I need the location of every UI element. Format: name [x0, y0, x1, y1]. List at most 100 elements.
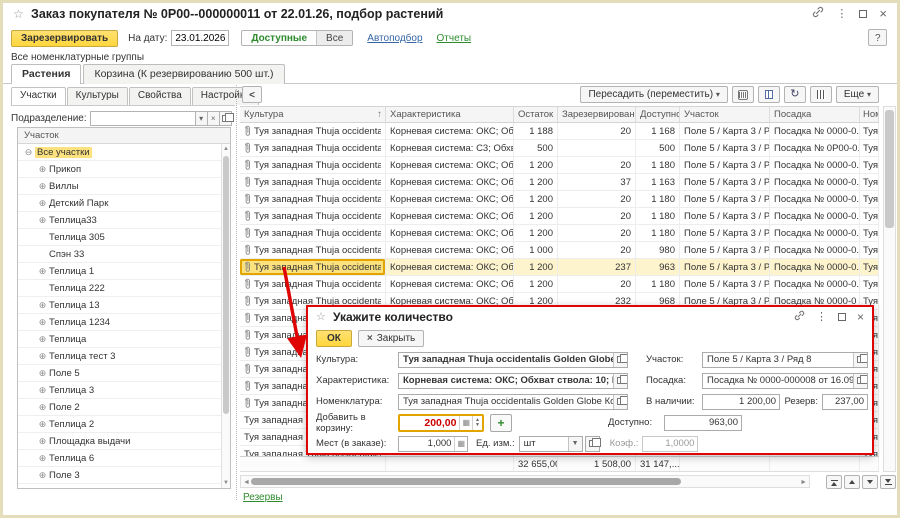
go-prev-button[interactable] — [844, 475, 860, 489]
tab-basket[interactable]: Корзина (К резервированию 500 шт.) — [83, 64, 284, 84]
expand-icon[interactable]: ⊕ — [36, 317, 49, 328]
dropdown-icon[interactable]: ▾ — [196, 111, 208, 126]
tree-item[interactable]: ⊕Детский Парк — [18, 195, 230, 212]
scroll-right-icon[interactable]: ► — [800, 479, 807, 486]
help-button[interactable]: ? — [868, 29, 887, 46]
tree-item[interactable]: ⊖Все участки — [18, 144, 230, 161]
reports-link[interactable]: Отчеты — [437, 33, 472, 44]
column-header[interactable]: Номенклатура — [860, 107, 879, 122]
places-input[interactable]: 1,000 ▦ — [398, 436, 468, 452]
column-header[interactable]: Зарезервировано — [558, 107, 636, 122]
expand-icon[interactable]: ⊕ — [36, 385, 49, 396]
panel-splitter[interactable] — [236, 85, 237, 500]
table-row[interactable]: Туя западная Thuja occidentalis ...Корне… — [240, 174, 879, 191]
maximize-icon[interactable] — [859, 10, 867, 18]
clear-icon[interactable]: × — [208, 111, 220, 126]
more-button[interactable]: Еще ▾ — [836, 86, 879, 103]
spinner-control[interactable]: ▲▼ — [472, 416, 482, 430]
tree-item[interactable]: ⊕Теплица 3 — [18, 382, 230, 399]
expand-icon[interactable]: ⊕ — [36, 419, 49, 430]
vertical-scrollbar[interactable] — [883, 106, 896, 472]
go-last-button[interactable] — [880, 475, 896, 489]
open-icon[interactable] — [585, 436, 600, 452]
go-first-button[interactable] — [826, 475, 842, 489]
expand-icon[interactable]: ⊕ — [36, 368, 49, 379]
instock-field[interactable]: 1 200,00 — [702, 394, 780, 410]
tab-plants[interactable]: Растения — [11, 64, 81, 84]
more-menu-icon[interactable]: ⋮ — [836, 7, 847, 21]
left-tab-1[interactable]: Культуры — [67, 87, 128, 105]
scroll-up-icon[interactable]: ▲ — [222, 145, 230, 153]
tree-header[interactable]: Участок — [18, 128, 230, 144]
tree-item[interactable]: ⊕Площадка выдачи — [18, 433, 230, 450]
characteristic-field[interactable]: Корневая система: ОКС; Обхват ствола: 10… — [398, 373, 628, 389]
table-row[interactable]: Туя западная Thuja occidentalis ...Корне… — [240, 123, 879, 140]
expand-icon[interactable]: ⊕ — [36, 436, 49, 447]
tree-item[interactable]: ⊕Виллы — [18, 178, 230, 195]
columns-button[interactable] — [758, 86, 780, 103]
table-row[interactable]: Туя западная Thuja occidentalis ...Корне… — [240, 225, 879, 242]
ok-button[interactable]: ОК — [316, 330, 352, 347]
get-link-icon[interactable] — [812, 5, 824, 23]
open-icon[interactable] — [613, 395, 627, 409]
tree-item[interactable]: Теплица 222 — [18, 280, 230, 297]
planting-field[interactable]: Посадка № 0000-000008 от 16.09.2021 — [702, 373, 868, 389]
expand-icon[interactable]: ⊕ — [36, 198, 49, 209]
expand-icon[interactable]: ⊕ — [36, 453, 49, 464]
tree-item[interactable]: ⊕Теплица 6 — [18, 450, 230, 467]
left-tab-0[interactable]: Участки — [11, 87, 66, 105]
dialog-maximize-icon[interactable] — [838, 313, 846, 321]
quantity-input[interactable]: 200,00 ▦ ▲▼ — [398, 414, 484, 432]
expand-icon[interactable]: ⊕ — [36, 402, 49, 413]
reserves-link[interactable]: Резервы — [243, 492, 283, 503]
column-header[interactable]: Посадка — [770, 107, 860, 122]
vscroll-thumb[interactable] — [885, 110, 894, 228]
column-header[interactable]: Участок — [680, 107, 770, 122]
toggle-available[interactable]: Доступные — [242, 31, 316, 45]
unit-select[interactable]: шт ▼ — [519, 436, 583, 452]
close-icon[interactable]: × — [879, 7, 887, 21]
refresh-button[interactable]: ↻ — [784, 86, 806, 103]
plot-field[interactable]: Поле 5 / Карта 3 / Ряд 8 — [702, 352, 868, 368]
column-header[interactable]: Доступно — [636, 107, 680, 122]
tree-scroll-thumb[interactable] — [223, 156, 229, 414]
tree-item[interactable]: ⊕Прикоп — [18, 161, 230, 178]
table-row[interactable]: Туя западная Thuja occidentalis ...Корне… — [240, 208, 879, 225]
reserve-button[interactable]: Зарезервировать — [11, 30, 118, 47]
tree-item[interactable]: ⊕Теплица — [18, 331, 230, 348]
tree-item[interactable]: ⊕Теплица 1234 — [18, 314, 230, 331]
scroll-down-icon[interactable]: ▼ — [222, 479, 230, 487]
expand-icon[interactable]: ⊕ — [36, 181, 49, 192]
collapse-panel-button[interactable]: < — [242, 86, 262, 103]
scroll-left-icon[interactable]: ◄ — [243, 479, 250, 486]
tree-scrollbar[interactable]: ▲ ▼ — [221, 144, 230, 488]
table-row[interactable]: Туя западная Thuja occidentalis ...Корне… — [240, 191, 879, 208]
date-input[interactable] — [171, 30, 229, 46]
culture-field[interactable]: Туя западная Thuja occidentalis Golden G… — [398, 352, 628, 368]
tree-item[interactable]: ⊕Теплица тест 3 — [18, 348, 230, 365]
tree-item[interactable]: ⊕Теплица33 — [18, 212, 230, 229]
dialog-favorite-star-icon[interactable]: ☆ — [316, 310, 326, 323]
tree-item[interactable]: ⊕Поле 3 — [18, 467, 230, 484]
expand-icon[interactable]: ⊕ — [36, 266, 49, 277]
subdivision-input[interactable] — [90, 111, 196, 126]
collapse-icon[interactable]: ⊖ — [22, 147, 35, 158]
expand-icon[interactable]: ⊕ — [36, 470, 49, 481]
calculator-icon[interactable]: ▦ — [459, 416, 472, 430]
expand-icon[interactable]: ⊕ — [36, 334, 49, 345]
table-row[interactable]: Туя западная Thuja occidentalis ...Корне… — [240, 259, 879, 276]
available-field[interactable]: 963,00 — [664, 415, 742, 431]
horizontal-scrollbar[interactable]: ◄ ► — [240, 475, 810, 488]
transplant-button[interactable]: Пересадить (переместить) ▾ — [580, 86, 727, 103]
expand-icon[interactable]: ⊕ — [36, 215, 49, 226]
table-row[interactable]: Туя западная Thuja occidentalis ...Корне… — [240, 242, 879, 259]
scan-barcode-button[interactable] — [732, 86, 754, 103]
table-row[interactable]: Туя западная Thuja occidentalis ...Корне… — [240, 157, 879, 174]
close-button[interactable]: ×Закрыть — [358, 330, 424, 347]
toggle-all[interactable]: Все — [316, 31, 352, 45]
dropdown-icon[interactable]: ▼ — [568, 437, 582, 451]
column-header[interactable]: Остаток — [514, 107, 558, 122]
dialog-close-icon[interactable]: × — [857, 310, 864, 324]
open-icon[interactable] — [220, 111, 232, 126]
expand-icon[interactable]: ⊕ — [36, 300, 49, 311]
